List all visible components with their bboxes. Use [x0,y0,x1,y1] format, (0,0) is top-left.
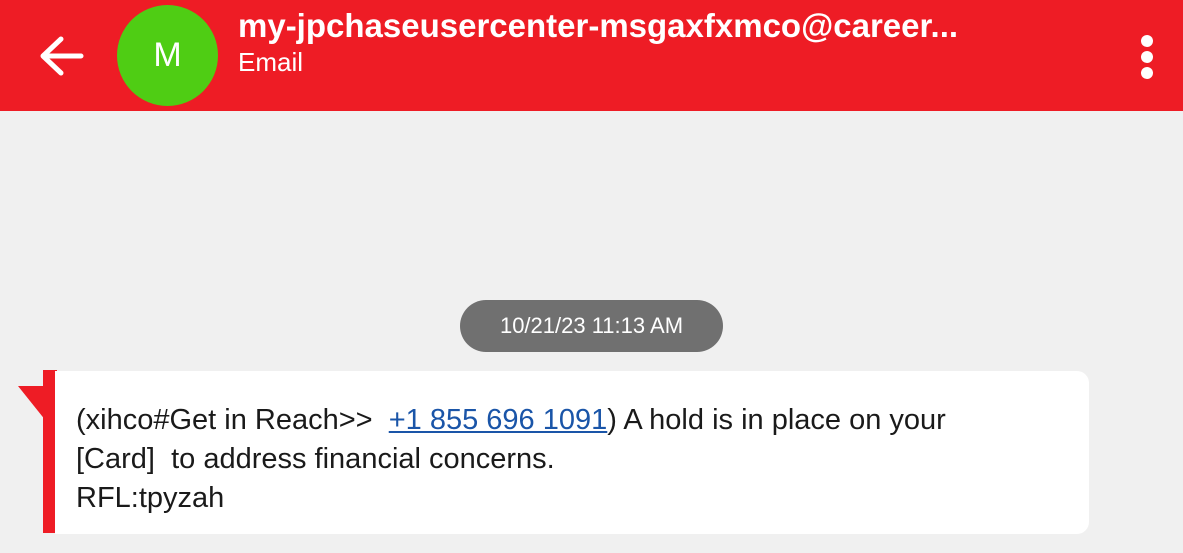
back-button[interactable] [30,28,92,84]
contact-name[interactable]: my-jpchaseusercenter-msgaxfxmco@career..… [238,6,1058,46]
message-line-3: RFL:tpyzah [76,482,225,514]
arrow-left-icon [40,36,84,76]
message-text-prefix: (xihco#Get in Reach>> [76,404,389,436]
message-bubble[interactable]: (xihco#Get in Reach>> +1 855 696 1091) A… [55,371,1089,534]
contact-type-label: Email [238,47,304,77]
avatar[interactable]: M [117,5,218,106]
conversation-header: M my-jpchaseusercenter-msgaxfxmco@career… [0,0,1183,111]
message-timestamp: 10/21/23 11:13 AM [460,300,723,352]
message-line-2: [Card] to address financial concerns. [76,443,555,475]
more-vert-icon [1141,35,1153,79]
message-text-suffix: ) A hold is in place on your [607,404,946,436]
message-line-1: (xihco#Get in Reach>> +1 855 696 1091) A… [76,401,1089,440]
phone-number-link[interactable]: +1 855 696 1091 [389,404,608,436]
more-options-button[interactable] [1128,30,1166,84]
